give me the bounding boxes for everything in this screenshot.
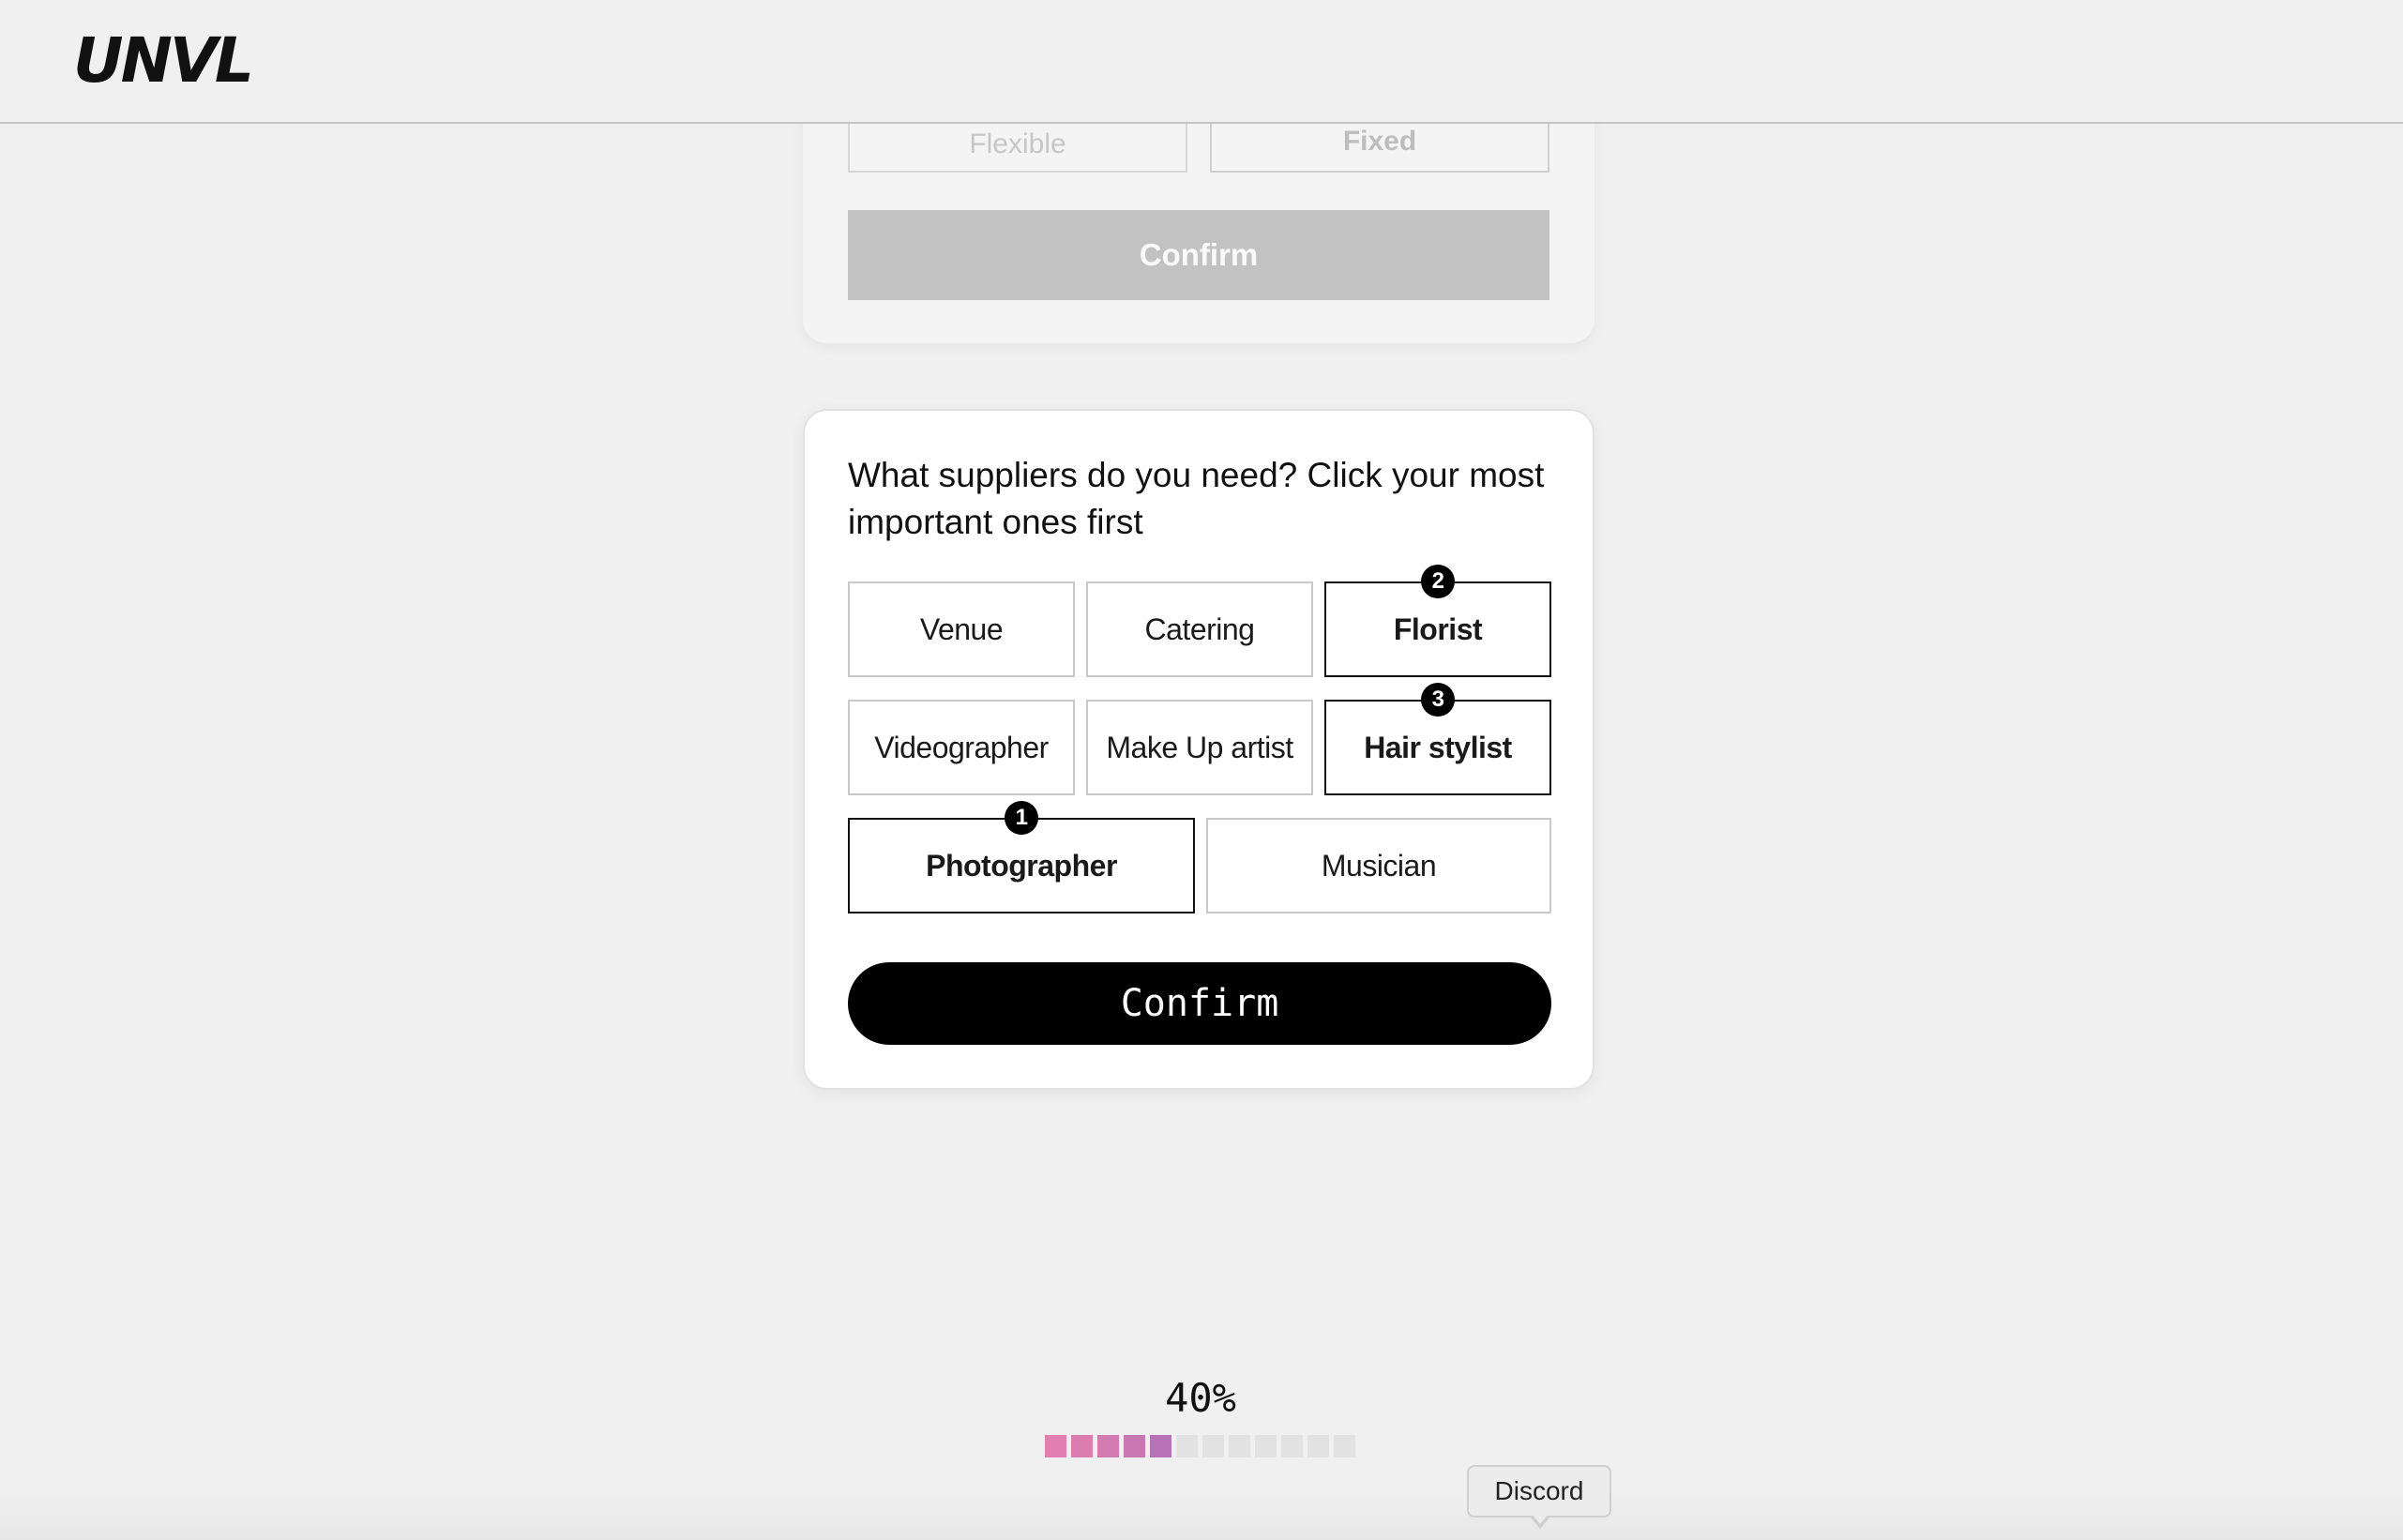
option-label: Make Up artist [1106,730,1293,764]
option-venue[interactable]: Venue [848,581,1075,677]
previous-confirm-button[interactable]: Confirm [848,210,1549,300]
option-label: Photographer [926,848,1117,883]
question-text: What suppliers do you need? Click your m… [848,456,1545,541]
option-hair-stylist[interactable]: 3 Hair stylist [1324,683,1551,795]
progress-segment [1150,1435,1171,1457]
confirm-button[interactable]: Confirm [848,962,1551,1045]
progress-segment [1097,1435,1119,1457]
header: UNVL [0,0,2403,124]
tooltip-arrow-fill [1532,1514,1549,1524]
option-videographer[interactable]: Videographer [848,700,1075,795]
option-label: Florist [1393,611,1483,646]
progress-bar [1045,1435,1355,1457]
progress-segment [1071,1435,1093,1457]
progress-segment [1255,1435,1277,1457]
progress-segment [1202,1435,1224,1457]
rank-badge: 3 [1421,683,1455,717]
discord-tooltip: Discord [1467,1465,1611,1517]
option-label: Hair stylist [1364,730,1512,764]
progress-segment [1307,1435,1329,1457]
option-label: Venue [919,611,1004,646]
option-musician[interactable]: Musician [1206,818,1551,913]
option-florist[interactable]: 2 Florist [1324,565,1551,677]
option-label: Catering [1144,611,1255,646]
progress-segment [1124,1435,1145,1457]
rank-badge: 1 [1005,801,1038,835]
progress-percent: 40% [1165,1375,1236,1421]
progress-segment [1281,1435,1303,1457]
rank-badge: 2 [1421,565,1455,598]
progress-segment [1334,1435,1355,1457]
bottom-fade [0,1491,2403,1540]
suppliers-question-card: What suppliers do you need? Click your m… [803,409,1594,1090]
progress-segment [1229,1435,1250,1457]
option-label: Musician [1321,848,1437,883]
option-make-up-artist[interactable]: Make Up artist [1086,700,1313,795]
option-label: Videographer [874,730,1049,764]
progress-segment [1176,1435,1198,1457]
progress-segment [1045,1435,1066,1457]
unvl-logo[interactable]: UNVL [73,28,254,94]
option-photographer[interactable]: 1 Photographer [848,801,1195,913]
option-catering[interactable]: Catering [1086,581,1313,677]
